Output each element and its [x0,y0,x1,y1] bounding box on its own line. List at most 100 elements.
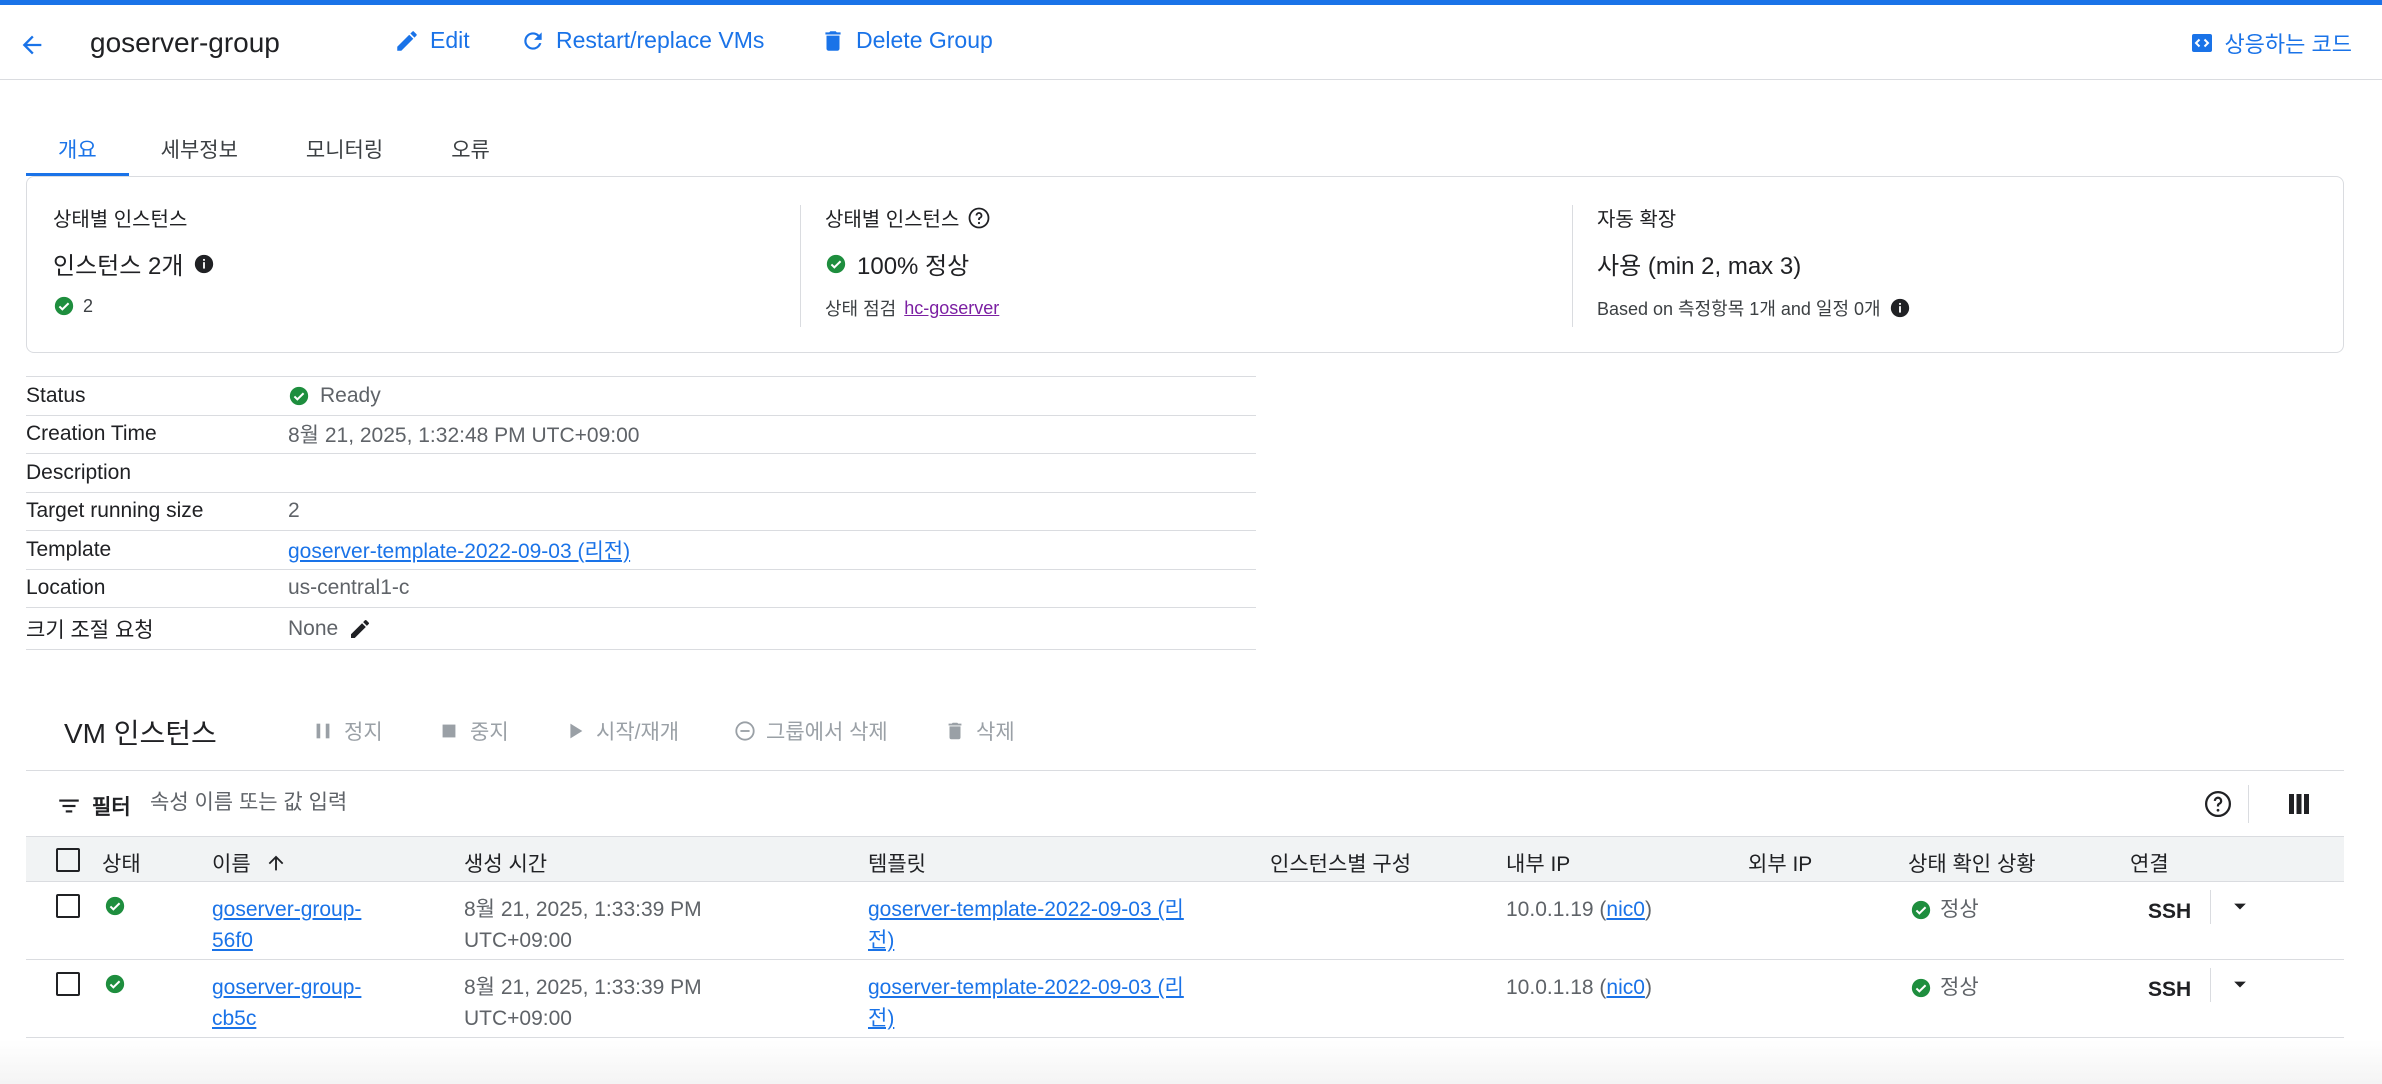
col-name[interactable]: 이름 [212,848,287,878]
row-checkbox[interactable] [56,972,80,996]
pause-button[interactable]: 정지 [312,716,383,746]
col-external-ip[interactable]: 외부 IP [1748,848,1812,878]
tab-bar: 개요 세부정보 모니터링 오류 [26,118,526,176]
autoscaling-summary: 자동 확장 사용 (min 2, max 3) Based on 측정항목 1개… [1597,203,1911,321]
back-arrow-icon[interactable] [14,27,50,63]
col-template[interactable]: 템플릿 [868,848,926,878]
equivalent-code-button[interactable]: 상응하는 코드 [2190,27,2352,59]
pause-icon [316,723,330,739]
detail-row-status: Status Ready [26,377,1256,416]
col-connect: 연결 [2130,853,2169,876]
filter-button[interactable]: 필터 [56,791,131,821]
start-resume-button[interactable]: 시작/재개 [564,716,679,746]
template-link[interactable]: goserver-template-2022-09-03 (리 전) [868,894,1184,956]
start-label: 시작/재개 [596,721,680,744]
instance-name-link[interactable]: goserver-group- cb5c [212,972,361,1034]
creation-time: 8월 21, 2025, 1:33:39 PM UTC+09:00 [464,898,702,952]
code-icon [2192,34,2213,52]
delete-label: 삭제 [976,721,1015,744]
tab-monitoring[interactable]: 모니터링 [274,118,419,176]
creation-time: 8월 21, 2025, 1:33:39 PM UTC+09:00 [464,976,702,1030]
vm-instances-table: 상태 이름 생성 시간 템플릿 인스턴스별 구성 내부 IP 외부 IP 상태 … [26,836,2344,1038]
template-link[interactable]: goserver-template-2022-09-03 (리 전) [868,972,1184,1034]
col-status[interactable]: 상태 [102,848,141,878]
check-circle-icon [54,296,74,316]
ssh-dropdown-arrow-icon[interactable] [2226,892,2254,929]
detail-key: Target running size [26,499,204,523]
table-header: 상태 이름 생성 시간 템플릿 인스턴스별 구성 내부 IP 외부 IP 상태 … [26,836,2344,882]
check-circle-icon [826,254,846,273]
detail-value: None [288,616,339,640]
internal-ip: 10.0.1.19 (nic0) [1506,898,1652,921]
detail-row-description: Description [26,454,1256,493]
restart-replace-vms-button[interactable]: Restart/replace VMs [520,27,764,54]
detail-value: 2 [288,499,300,523]
remove-from-group-button[interactable]: 그룹에서 삭제 [734,716,888,746]
check-circle-icon [289,386,309,405]
detail-key: Description [26,460,132,484]
refresh-icon [524,31,542,50]
help-icon[interactable] [2203,789,2233,819]
tab-overview[interactable]: 개요 [26,118,129,176]
instances-summary: 상태별 인스턴스 인스턴스 2개 2 [53,203,215,317]
filter-label: 필터 [92,796,131,819]
detail-key: Location [26,576,106,600]
tab-details[interactable]: 세부정보 [129,118,274,176]
edit-pencil-icon[interactable] [348,617,372,641]
equivalent-code-label: 상응하는 코드 [2224,32,2352,57]
col-created[interactable]: 생성 시간 [464,848,547,878]
detail-row-template: Template goserver-template-2022-09-03 (리… [26,531,1256,570]
col-per-instance-config[interactable]: 인스턴스별 구성 [1270,848,1411,878]
detail-value: 8월 21, 2025, 1:32:48 PM UTC+09:00 [288,424,640,448]
col-internal-ip[interactable]: 내부 IP [1506,848,1570,878]
table-row: goserver-group- cb5c 8월 21, 2025, 1:33:3… [26,960,2344,1038]
healthy-count: 2 [83,295,94,316]
select-all-checkbox[interactable] [56,848,80,872]
instance-name-link[interactable]: goserver-group- 56f0 [212,894,361,956]
remove-label: 그룹에서 삭제 [766,721,888,744]
help-icon[interactable] [967,206,991,230]
restart-label: Restart/replace VMs [556,27,765,53]
page-header: goserver-group Edit Restart/replace VMs … [0,5,2382,80]
delete-group-button[interactable]: Delete Group [820,27,993,54]
info-icon[interactable] [1889,297,1911,319]
check-circle-icon [1911,900,1931,919]
health-percent: 100% 정상 [857,253,970,280]
detail-row-creation-time: Creation Time 8월 21, 2025, 1:32:48 PM UT… [26,416,1256,454]
col-health-status[interactable]: 상태 확인 상황 [1908,848,2036,878]
info-icon[interactable] [193,253,215,275]
divider [2210,890,2211,924]
detail-key: Template [26,537,112,561]
template-link[interactable]: goserver-template-2022-09-03 (리전) [288,535,630,565]
nic-link[interactable]: nic0 [1606,898,1645,921]
health-state: 정상 [1910,972,1979,1003]
nic-link[interactable]: nic0 [1606,976,1645,999]
detail-row-target-size: Target running size 2 [26,493,1256,531]
filter-input[interactable] [150,785,1450,821]
ssh-button[interactable]: SSH [2148,974,2191,1005]
internal-ip: 10.0.1.18 (nic0) [1506,976,1652,999]
divider [1572,205,1573,327]
instances-count-text: 인스턴스 2개 [53,253,184,280]
sort-ascending-arrow-icon[interactable] [265,852,287,874]
tab-errors[interactable]: 오류 [419,118,526,176]
ssh-dropdown-arrow-icon[interactable] [2226,970,2254,1007]
health-check-link[interactable]: hc-goserver [904,298,999,319]
health-state: 정상 [1910,894,1979,925]
column-display-icon[interactable] [2284,789,2314,819]
row-checkbox[interactable] [56,894,80,918]
health-check-label: 상태 점검 [825,299,897,319]
page-bottom-fade [0,1040,2382,1084]
ssh-button[interactable]: SSH [2148,896,2191,927]
detail-row-resize-request: 크기 조절 요청 None [26,608,1256,650]
divider [2210,968,2211,1002]
stop-button[interactable]: 중지 [438,716,509,746]
remove-circle-icon [735,721,755,741]
edit-button[interactable]: Edit [394,27,470,54]
autoscaling-value: 사용 (min 2, max 3) [1597,253,1802,280]
summary-card: 상태별 인스턴스 인스턴스 2개 2 상태별 인스턴스 100% 정상 상태 점… [26,176,2344,353]
detail-key: Status [26,383,86,407]
instances-summary-label: 상태별 인스턴스 [53,209,188,231]
check-circle-icon [1911,978,1931,997]
delete-vm-button[interactable]: 삭제 [944,716,1015,746]
